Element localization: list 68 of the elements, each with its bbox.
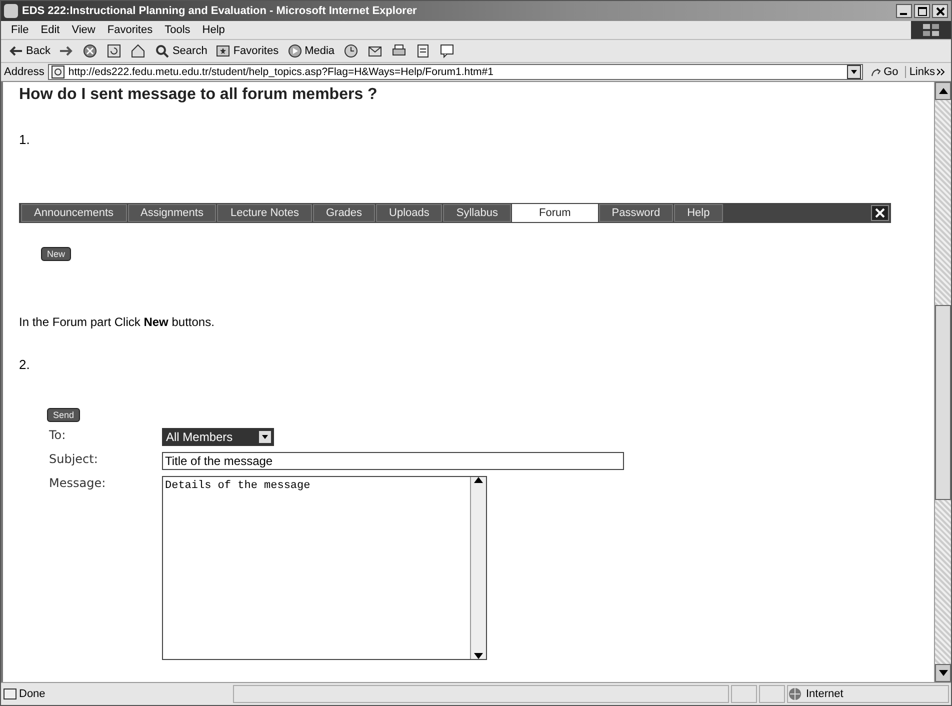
nav-tab[interactable]: Announcements [21,204,126,222]
refresh-icon [106,43,122,59]
maximize-icon [918,6,926,16]
go-arrow-icon [870,66,882,78]
maximize-button[interactable] [914,4,930,18]
subject-field[interactable]: Title of the message [162,452,624,470]
go-button[interactable]: Go [866,66,902,78]
scroll-down-icon [474,653,483,659]
nav-tab[interactable]: Help [674,204,723,222]
nav-tab[interactable]: Uploads [376,204,442,222]
media-button[interactable]: Media [284,43,338,59]
links-button[interactable]: Links [905,66,948,78]
back-button[interactable]: Back [5,43,54,59]
favorites-icon [215,43,232,59]
page-icon [51,65,66,79]
status-panel [759,685,785,703]
status-text: Done [19,688,46,700]
media-icon [286,43,303,59]
nav-tab[interactable]: Lecture Notes [217,204,312,222]
scrollbar-thumb[interactable] [935,305,951,500]
nav-tab[interactable]: Syllabus [443,204,511,222]
edit-icon [414,43,431,59]
home-icon [130,43,146,59]
minimize-button[interactable] [896,4,912,18]
page-heading: How do I sent message to all forum members ? [19,86,378,104]
globe-icon [788,687,802,701]
send-button[interactable]: Send [47,408,80,422]
recipient-dropdown[interactable]: All Members [162,428,274,446]
scroll-down-button[interactable] [935,664,951,682]
scroll-up-button[interactable] [935,82,951,100]
subject-label: Subject: [49,452,99,466]
address-label: Address [4,66,44,78]
close-icon [936,6,944,16]
favorites-button[interactable]: Favorites [212,43,282,59]
stop-icon [82,43,98,59]
browser-icon [4,4,18,18]
status-panel [731,685,757,703]
new-button[interactable]: New [41,247,72,261]
scroll-down-icon [938,670,948,676]
message-field[interactable]: Details of the message [162,476,487,660]
search-icon [154,43,170,59]
menu-item[interactable]: File [5,24,35,36]
nav-tab[interactable]: Forum [512,204,598,222]
step-number: 2. [19,357,31,372]
nav-tab[interactable]: Password [598,204,674,222]
close-button[interactable] [932,4,948,18]
nav-tab[interactable]: Assignments [128,204,216,222]
instruction-text: In the Forum part Click New buttons. [19,315,216,329]
security-zone: Internet [787,685,949,703]
to-label: To: [49,428,67,442]
menu-item[interactable]: Favorites [101,24,159,36]
window-title: EDS 222:Instructional Planning and Evaluation - Microsoft Internet Explorer [22,5,418,17]
page-icon [3,688,17,700]
discuss-icon [438,43,455,59]
scroll-up-icon [474,477,483,483]
address-field[interactable]: http://eds222.fedu.metu.edu.tr/student/help_topics.asp?Flag=H&Ways=Help/Forum1.htm#1 [48,64,863,80]
menu-item[interactable]: View [66,24,102,36]
menu-item[interactable]: Help [196,24,231,36]
history-icon [342,43,359,59]
message-label: Message: [49,476,107,490]
scroll-up-icon [938,88,948,94]
chevron-icon [937,68,945,76]
step-number: 1. [19,132,31,147]
search-button[interactable]: Search [151,43,210,59]
menu-item[interactable]: Tools [158,24,196,36]
close-button[interactable] [871,205,889,221]
nav-tab[interactable]: Grades [312,204,376,222]
menu-item[interactable]: Edit [34,24,66,36]
